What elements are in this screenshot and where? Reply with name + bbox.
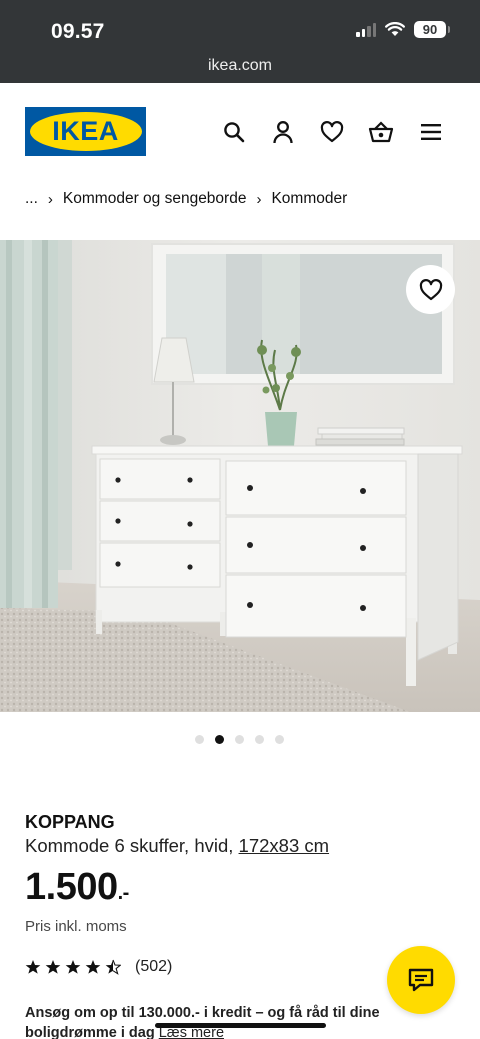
ikea-logo[interactable]: IKEA: [25, 107, 146, 156]
gallery-dot[interactable]: [195, 735, 204, 744]
star-icon: [65, 960, 81, 974]
star-icon: [25, 960, 41, 974]
logo-text: IKEA: [52, 116, 119, 146]
menu-icon[interactable]: [417, 118, 445, 146]
chevron-right-icon: ›: [256, 190, 262, 208]
heart-icon[interactable]: [318, 118, 346, 146]
chevron-right-icon: ›: [47, 190, 53, 208]
star-icon: [45, 960, 61, 974]
home-indicator[interactable]: [155, 1023, 326, 1028]
account-icon[interactable]: [269, 118, 297, 146]
status-indicators: 90: [356, 21, 450, 38]
price-suffix: .-: [117, 882, 130, 904]
review-count[interactable]: (502): [135, 958, 172, 976]
product-rating[interactable]: (502): [25, 958, 172, 976]
gallery-dot[interactable]: [255, 735, 264, 744]
status-time: 09.57: [51, 20, 105, 43]
breadcrumb-item-chests-and-bedside[interactable]: Kommoder og sengeborde: [63, 190, 247, 208]
gallery-dot[interactable]: [275, 735, 284, 744]
vat-note: Pris inkl. moms: [25, 918, 127, 935]
search-icon[interactable]: [220, 118, 248, 146]
breadcrumb-ellipsis[interactable]: ...: [25, 190, 38, 208]
half-star-icon: [105, 959, 121, 975]
basket-icon[interactable]: [367, 118, 395, 146]
gallery-pagination: [195, 735, 284, 744]
favorite-button[interactable]: [406, 265, 455, 314]
star-icon: [85, 960, 101, 974]
product-dimensions-link[interactable]: 172x83 cm: [239, 835, 330, 856]
wifi-icon: [385, 22, 405, 36]
gallery-dot-active[interactable]: [215, 735, 224, 744]
battery-indicator: 90: [414, 21, 450, 38]
rating-stars: [25, 959, 121, 975]
url-bar[interactable]: ikea.com: [0, 57, 480, 75]
product-image[interactable]: [0, 240, 480, 712]
product-name: KOPPANG: [25, 812, 115, 832]
credit-promo: Ansøg om op til 130.000.- i kredit – og …: [25, 1003, 415, 1039]
product-description-text: Kommode 6 skuffer, hvid,: [25, 835, 239, 856]
product-description: Kommode 6 skuffer, hvid, 172x83 cm: [25, 835, 329, 857]
gallery-dot[interactable]: [235, 735, 244, 744]
breadcrumb: ... › Kommoder og sengeborde › Kommoder: [25, 190, 347, 208]
chat-button[interactable]: [387, 946, 455, 1014]
browser-chrome: 09.57 90 ikea.com: [0, 0, 480, 83]
breadcrumb-item-chests[interactable]: Kommoder: [271, 190, 347, 208]
heart-icon: [419, 278, 442, 300]
cellular-signal-icon: [356, 22, 376, 37]
product-price: 1.500.-: [25, 866, 129, 909]
price-value: 1.500: [25, 866, 118, 908]
chat-bubble-icon: [408, 968, 434, 992]
